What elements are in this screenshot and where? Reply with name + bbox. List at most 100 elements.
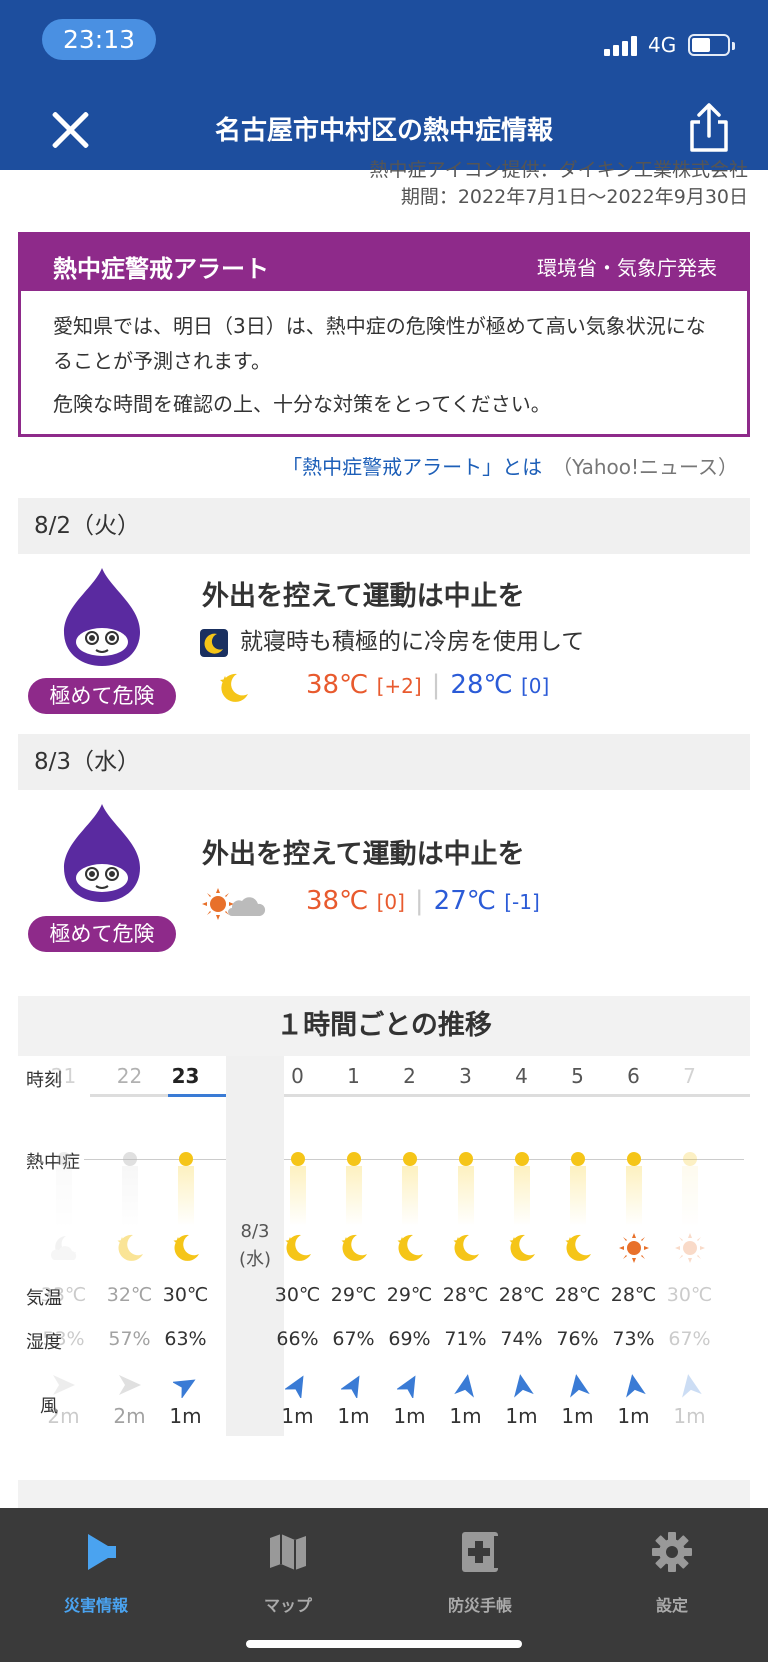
moon-icon — [394, 1232, 426, 1264]
alert-link-text[interactable]: 「熱中症警戒アラート」とは — [282, 455, 542, 479]
hourly-wind-speed: 1m — [169, 1404, 202, 1428]
hourly-column: 0 30℃ 66% 1m — [268, 1056, 327, 1440]
hourly-humidity: 71% — [444, 1328, 487, 1350]
moon-icon — [562, 1232, 594, 1264]
hourly-humidity: 76% — [556, 1328, 599, 1350]
hourly-wind-speed: 1m — [337, 1404, 370, 1428]
map-icon — [270, 1534, 306, 1570]
tab-disaster-info[interactable]: 災害情報 — [26, 1522, 166, 1622]
tab-label: 設定 — [655, 1596, 688, 1615]
hour-label: 4 — [515, 1064, 528, 1088]
tab-settings[interactable]: 設定 — [602, 1522, 742, 1622]
high-temp-diff: [+2] — [376, 674, 422, 698]
hourly-column: 6 28℃ 73% 1m — [604, 1056, 663, 1440]
alert-link-source: （Yahoo!ニュース） — [552, 455, 738, 479]
heat-level-bar — [178, 1166, 194, 1226]
night-moon-icon — [200, 628, 228, 657]
heat-level-bar — [56, 1166, 72, 1226]
hour-label: 3 — [459, 1064, 472, 1088]
wind-direction-icon — [509, 1372, 535, 1398]
hourly-wind-speed: 1m — [505, 1404, 538, 1428]
tab-label: 防災手帳 — [447, 1596, 512, 1615]
hourly-forecast-table[interactable]: 時刻 熱中症 気温 湿度 風 8/3 (水) 21 33℃ 53% 2m 22 32℃ 57%… — [18, 1056, 750, 1440]
hourly-temp: 30℃ — [666, 1284, 713, 1306]
status-time: 23:13 — [42, 19, 156, 60]
heat-level-dot — [347, 1152, 361, 1166]
day-temperatures: 38℃ [0] | 27℃ [-1] — [306, 886, 540, 916]
day-advice: 外出を控えて運動は中止を — [202, 839, 525, 870]
heat-level-dot — [571, 1152, 585, 1166]
period-text: 期間：2022年7月1日〜2022年9月30日 — [400, 186, 748, 208]
hourly-wind-speed: 1m — [449, 1404, 482, 1428]
wind-direction-icon — [621, 1372, 647, 1398]
hour-label: 0 — [291, 1064, 304, 1088]
day-sub-advice: 就寝時も積極的に冷房を使用して — [200, 622, 584, 657]
heat-level-dot — [179, 1152, 193, 1166]
alert-advice: 危険な時間を確認の上、十分な対策をとってください。 — [53, 392, 551, 416]
heat-level-bar — [122, 1166, 138, 1226]
alert-info-link[interactable]: 「熱中症警戒アラート」とは （Yahoo!ニュース） — [282, 451, 738, 480]
hour-label: 2 — [403, 1064, 416, 1088]
icon-credit: 熱中症アイコン提供：ダイキン工業株式会社 期間：2022年7月1日〜2022年9… — [370, 159, 748, 210]
wind-direction-icon — [395, 1372, 423, 1400]
hourly-humidity: 67% — [332, 1328, 375, 1350]
home-indicator[interactable] — [246, 1640, 522, 1648]
alert-source: 環境省・気象庁発表 — [537, 256, 717, 280]
hourly-wind-speed: 1m — [281, 1404, 314, 1428]
wind-direction-icon — [339, 1372, 367, 1400]
heat-level-dot — [627, 1152, 641, 1166]
low-temp-diff: [-1] — [504, 890, 540, 914]
high-temp: 38℃ — [306, 670, 369, 700]
hourly-temp: 33℃ — [40, 1284, 87, 1306]
cellular-signal-icon — [604, 36, 640, 56]
alert-body: 愛知県では、明日（3日）は、熱中症の危険性が極めて高い気象状況になることが予測さ… — [21, 291, 747, 422]
low-temp-diff: [0] — [520, 674, 550, 698]
hour-label: 23 — [171, 1064, 200, 1088]
sun-cloud-icon — [202, 888, 266, 920]
hourly-column: 22 32℃ 57% 2m — [100, 1056, 159, 1440]
alert-message: 愛知県では、明日（3日）は、熱中症の危険性が極めて高い気象状況になることが予測さ… — [53, 314, 706, 373]
danger-level-badge: 極めて危険 — [28, 678, 176, 714]
wind-direction-icon — [117, 1372, 143, 1398]
gear-icon — [652, 1532, 692, 1572]
tab-disaster-notebook[interactable]: 防災手帳 — [410, 1522, 550, 1622]
hourly-humidity: 67% — [668, 1328, 711, 1350]
hourly-humidity: 74% — [500, 1328, 543, 1350]
close-button[interactable] — [50, 110, 90, 150]
heat-level-dot — [515, 1152, 529, 1166]
heat-level-dot — [57, 1152, 71, 1166]
hourly-wind-speed: 1m — [673, 1404, 706, 1428]
share-button[interactable] — [686, 102, 732, 154]
danger-level-badge: 極めて危険 — [28, 916, 176, 952]
hourly-humidity: 63% — [164, 1328, 207, 1350]
tab-map[interactable]: マップ — [218, 1522, 358, 1622]
high-temp-diff: [0] — [376, 890, 405, 914]
alert-title: 熱中症警戒アラート — [53, 255, 269, 283]
heatstroke-alert-box: 熱中症警戒アラート 環境省・気象庁発表 愛知県では、明日（3日）は、熱中症の危険… — [18, 232, 750, 437]
day-temperatures: 38℃ [+2] | 28℃ [0] — [306, 670, 550, 700]
sub-advice-text: 就寝時も積極的に冷房を使用して — [240, 629, 585, 655]
tab-label: マップ — [263, 1596, 312, 1615]
moon-icon — [450, 1232, 482, 1264]
hourly-wind-speed: 1m — [617, 1404, 650, 1428]
wind-direction-icon — [171, 1372, 199, 1400]
hourly-column: 7 30℃ 67% 1m — [660, 1056, 719, 1440]
wind-direction-icon — [565, 1372, 591, 1398]
network-type: 4G — [648, 33, 677, 57]
heat-level-dot — [459, 1152, 473, 1166]
hourly-humidity: 69% — [388, 1328, 431, 1350]
hourly-humidity: 53% — [42, 1328, 85, 1350]
share-icon — [690, 103, 728, 152]
moon-icon — [338, 1232, 370, 1264]
danger-mascot-icon — [64, 804, 140, 902]
danger-mascot-icon — [64, 568, 140, 666]
hourly-column: 5 28℃ 76% 1m — [548, 1056, 607, 1440]
wind-direction-icon — [677, 1372, 703, 1398]
hour-label: 5 — [571, 1064, 584, 1088]
alert-header: 熱中症警戒アラート 環境省・気象庁発表 — [21, 235, 747, 291]
hour-label: 1 — [347, 1064, 360, 1088]
app-header: 23:13 4G 名古屋市中村区の熱中症情報 — [0, 0, 768, 170]
hourly-humidity: 66% — [276, 1328, 319, 1350]
battery-icon — [688, 34, 735, 56]
section-divider — [18, 1480, 750, 1508]
